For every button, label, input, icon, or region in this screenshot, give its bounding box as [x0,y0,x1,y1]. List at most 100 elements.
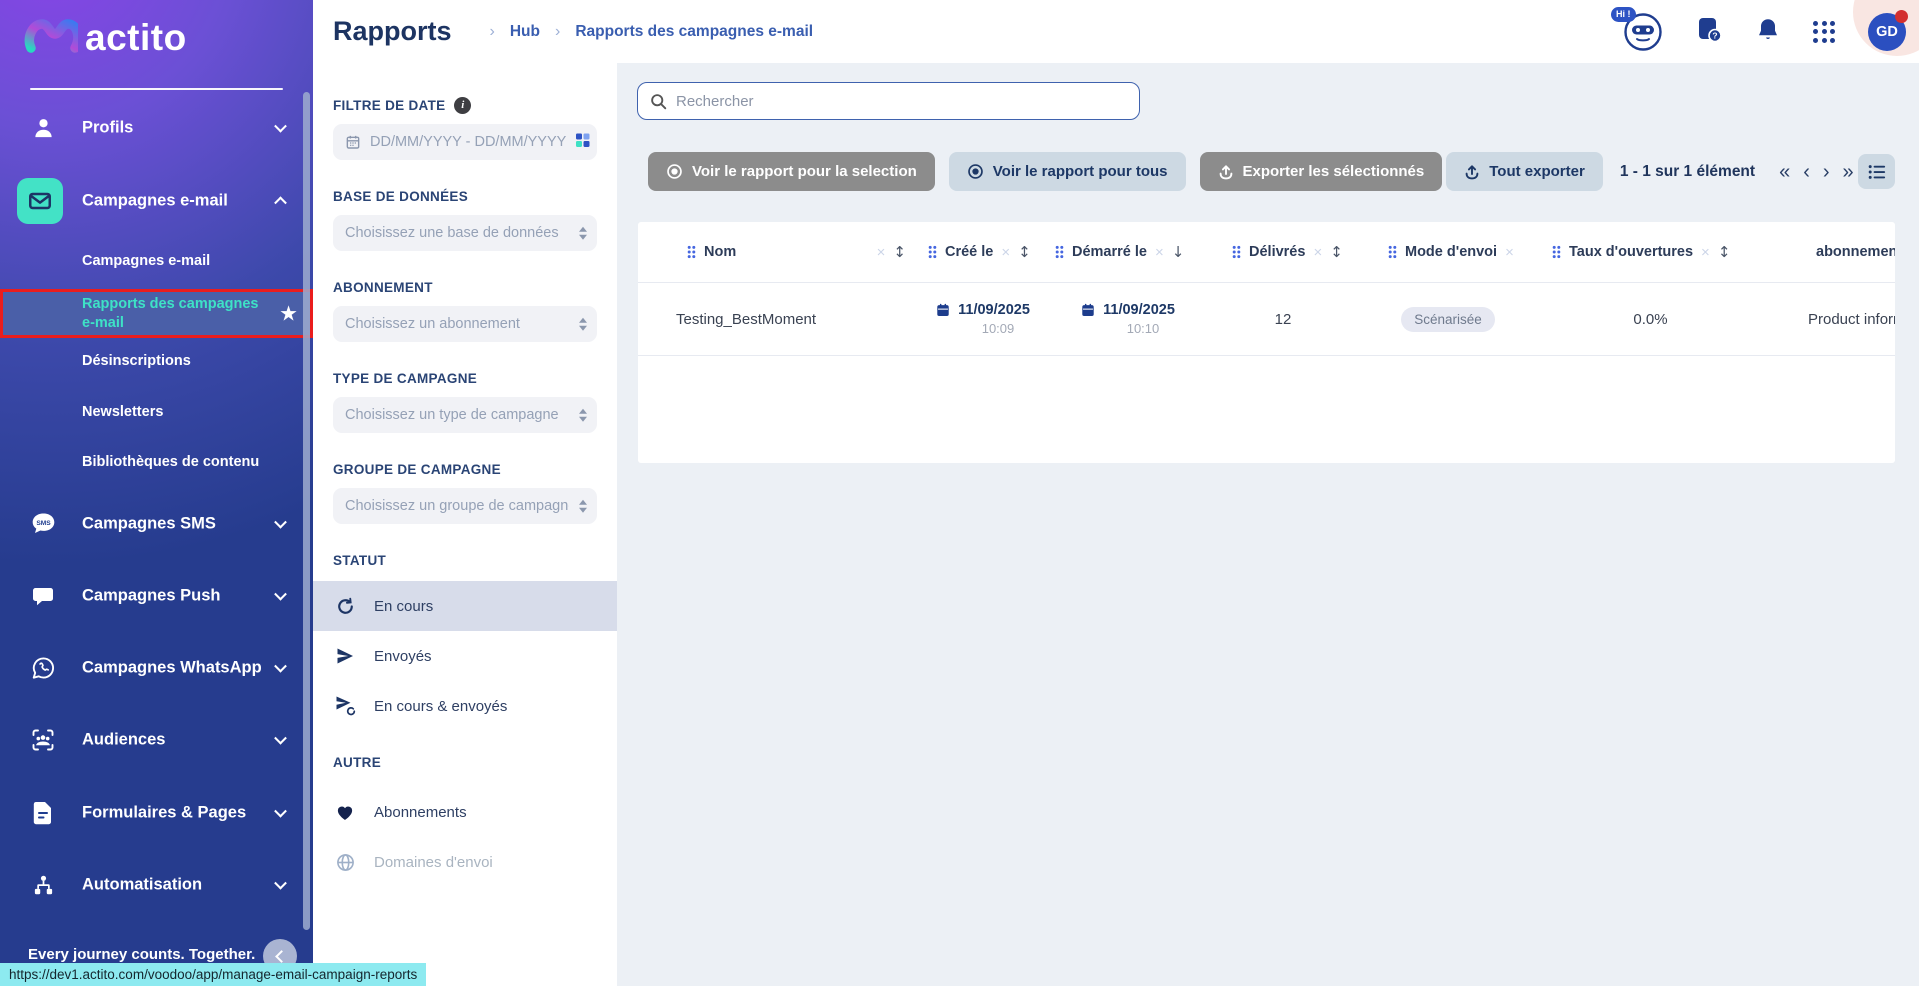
remove-column-icon[interactable]: × [1505,244,1514,261]
calendar-icon [936,303,950,317]
send-mode-badge: Scénarisée [1401,307,1495,332]
date-widget-icon[interactable] [575,133,590,152]
breadcrumb-separator: › [555,23,560,41]
column-header-mode-envoi[interactable]: Mode d'envoi × [1358,222,1538,282]
cell-created: 11/09/2025 10:09 [918,283,1048,355]
other-filter-domaines-envoi[interactable]: Domaines d'envoi [313,837,617,887]
other-filter-label: Domaines d'envoi [374,854,493,871]
actito-logo[interactable]: actito [24,12,187,63]
sidebar-item-automatisation[interactable]: Automatisation [0,860,313,910]
column-header-demarre-le[interactable]: Démarré le × ↓ [1048,222,1208,282]
sort-icon[interactable]: ↕ [1330,243,1343,261]
remove-column-icon[interactable]: × [1155,244,1164,261]
campaign-type-select[interactable]: Choisissez un type de campagne [333,397,597,433]
sidebar-item-campagnes-push[interactable]: Campagnes Push [0,571,313,621]
breadcrumb-current[interactable]: Rapports des campagnes e-mail [575,23,813,41]
status-filter-en-cours[interactable]: En cours [313,581,617,631]
button-label: Tout exporter [1489,163,1585,180]
remove-column-icon[interactable]: × [877,244,886,261]
status-section-label-text: STATUT [333,553,386,568]
remove-column-icon[interactable]: × [1701,244,1710,261]
drag-handle-icon[interactable] [928,245,937,259]
sort-desc-icon[interactable]: ↓ [1172,243,1185,261]
campaign-group-filter-label-text: GROUPE DE CAMPAGNE [333,462,501,477]
assistant-mascot-icon[interactable]: Hi ! [1623,12,1663,52]
drag-handle-icon[interactable] [1552,245,1561,259]
sort-icon[interactable]: ↕ [1718,243,1731,261]
export-selected-button[interactable]: Exporter les sélectionnés [1200,152,1443,191]
last-page-icon[interactable]: » [1843,162,1854,182]
sidebar-subitem-newsletters[interactable]: Newsletters [0,390,313,434]
sidebar-item-campagnes-sms[interactable]: SMS Campagnes SMS [0,499,313,549]
sms-bubble-icon: SMS [26,511,60,537]
sidebar-subitem-campagnes-email[interactable]: Campagnes e-mail [0,239,313,283]
drag-handle-icon[interactable] [1055,245,1064,259]
sidebar-item-label: Audiences [82,731,165,750]
database-select[interactable]: Choisissez une base de données [333,215,597,251]
drag-handle-icon[interactable] [1232,245,1241,259]
view-report-selection-button[interactable]: Voir le rapport pour la selection [648,152,935,191]
search-input[interactable] [676,93,1139,110]
sidebar-subitem-bibliotheques[interactable]: Bibliothèques de contenu [0,440,313,484]
sidebar-subitem-desinscriptions[interactable]: Désinscriptions [0,339,313,383]
search-bar[interactable] [637,82,1140,120]
other-filter-abonnements[interactable]: Abonnements [313,787,617,837]
user-avatar[interactable]: GD [1868,13,1906,51]
app-window: actito Profils Campagnes e-mail Campagne… [0,0,1919,986]
column-header-cree-le[interactable]: Créé le × ↕ [918,222,1048,282]
status-filter-label: En cours & envoyés [374,698,507,715]
sidebar-item-campagnes-whatsapp[interactable]: Campagnes WhatsApp [0,643,313,693]
apps-grid-icon[interactable] [1813,21,1835,43]
chevron-down-icon [274,120,287,133]
view-report-all-button[interactable]: Voir le rapport pour tous [949,152,1186,191]
sidebar-item-formulaires-pages[interactable]: Formulaires & Pages [0,788,313,838]
breadcrumb-hub[interactable]: Hub [510,23,540,41]
list-view-button[interactable] [1858,154,1895,189]
next-page-icon[interactable]: › [1823,162,1830,182]
sort-icon[interactable]: ↕ [893,243,906,261]
select-placeholder: Choisissez un type de campagne [345,407,569,423]
cell-subscription: Product information [1763,283,1895,355]
drag-handle-icon[interactable] [687,245,696,259]
first-page-icon[interactable]: « [1779,162,1790,182]
campaign-group-select[interactable]: Choisissez un groupe de campagne [333,488,597,524]
breadcrumb: › Hub › Rapports des campagnes e-mail [490,23,814,41]
sidebar-item-label: Campagnes Push [82,587,220,606]
subscription-select[interactable]: Choisissez un abonnement [333,306,597,342]
sidebar-item-audiences[interactable]: Audiences [0,715,313,765]
remove-column-icon[interactable]: × [1313,244,1322,261]
prev-page-icon[interactable]: ‹ [1803,162,1810,182]
date-range-input[interactable] [333,124,597,160]
sidebar-item-profils[interactable]: Profils [0,103,313,153]
audience-icon [26,727,60,753]
date-range-field[interactable] [370,134,569,150]
status-filter-envoyes[interactable]: Envoyés [313,631,617,681]
sidebar-subitem-rapports-campagnes-email[interactable]: Rapports des campagnes e-mail ★ [0,289,313,338]
campaign-group-filter-label: GROUPE DE CAMPAGNE [333,460,597,478]
sidebar-item-label: Campagnes e-mail [82,192,228,211]
pagination-count: 1 - 1 sur 1 élément [1620,163,1755,181]
column-label: Taux d'ouvertures [1569,244,1693,260]
bell-icon[interactable] [1756,17,1780,47]
sort-icon[interactable]: ↕ [1018,243,1031,261]
column-header-nom[interactable]: Nom × ↕ [638,222,918,282]
export-all-button[interactable]: Tout exporter [1446,152,1603,191]
column-header-delivres[interactable]: Délivrés × ↕ [1208,222,1358,282]
sidebar-item-campagnes-email[interactable]: Campagnes e-mail [0,176,313,226]
campaign-name[interactable]: Testing_BestMoment [676,311,816,328]
status-filter-en-cours-et-envoyes[interactable]: En cours & envoyés [313,681,617,731]
column-header-taux-ouvertures[interactable]: Taux d'ouvertures × ↕ [1538,222,1763,282]
delivered-count: 12 [1275,311,1292,328]
table-row[interactable]: Testing_BestMoment 11/09/2025 10:09 [638,283,1895,356]
sidebar-scrollbar[interactable] [303,92,310,930]
filter-panel: FILTRE DE DATE i BASE DE DONNÉES Choisis… [313,63,617,986]
info-icon[interactable]: i [454,97,471,114]
favorite-star-icon[interactable]: ★ [279,304,298,323]
column-header-abonnement[interactable]: abonnement [1763,222,1895,282]
help-doc-icon[interactable]: ? [1696,16,1723,48]
remove-column-icon[interactable]: × [1001,244,1010,261]
drag-handle-icon[interactable] [1388,245,1397,259]
subitem-label: Désinscriptions [82,353,191,369]
cell-started: 11/09/2025 10:10 [1048,283,1208,355]
pagination-controls: « ‹ › » [1779,162,1854,182]
